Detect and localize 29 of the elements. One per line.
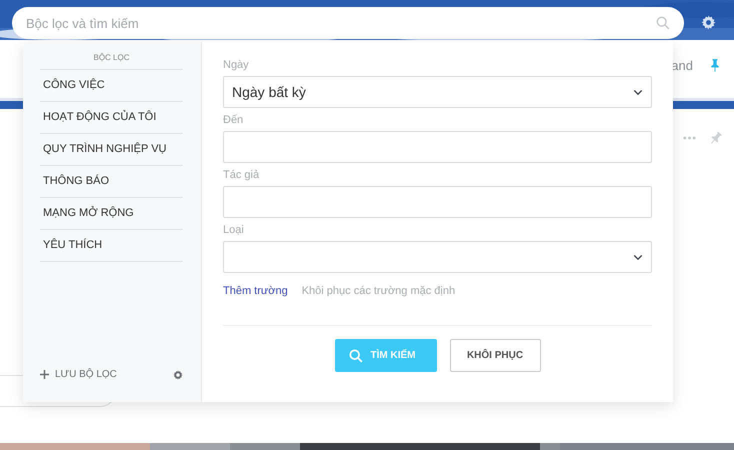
dropdown[interactable]: Ngày bất kỳ xyxy=(223,76,652,108)
search-icon xyxy=(348,348,362,362)
section-heading: BỘC LỌC xyxy=(40,42,183,70)
pin-icon[interactable] xyxy=(710,131,722,145)
dropdown[interactable] xyxy=(223,241,652,273)
more-icon[interactable] xyxy=(683,136,696,140)
search-icon[interactable] xyxy=(656,16,670,30)
input-field[interactable] xyxy=(223,186,652,218)
chevron-down-icon xyxy=(633,254,643,260)
search-field[interactable]: Bộc lọc và tìm kiếm xyxy=(12,7,684,39)
field-label: Ngày xyxy=(223,59,250,71)
field-label: Loại xyxy=(223,224,245,236)
input-field[interactable] xyxy=(223,131,652,163)
filter-item[interactable]: QUY TRÌNH NGHIỆP VỤ xyxy=(40,134,183,166)
filter-item[interactable]: HOẠT ĐỘNG CỦA TÔI xyxy=(40,102,183,134)
save-filter-button[interactable]: LƯU BỘ LỌC xyxy=(40,369,117,380)
filter-item[interactable]: MẠNG MỞ RỘNG xyxy=(40,198,183,230)
link[interactable]: Thêm trường xyxy=(223,285,288,297)
field-label: Đến xyxy=(223,114,244,126)
field-label: Tác giả xyxy=(223,169,260,181)
filter-item[interactable]: YÊU THÍCH xyxy=(40,230,183,262)
settings-icon[interactable] xyxy=(701,15,716,30)
reset-button[interactable]: KHÔI PHỤC xyxy=(450,339,540,372)
filter-item[interactable]: CÔNG VIỆC xyxy=(40,70,183,102)
plus-icon xyxy=(40,370,49,379)
chevron-down-icon xyxy=(633,88,643,96)
pin-icon[interactable] xyxy=(710,58,720,72)
settings-icon[interactable] xyxy=(173,370,183,380)
filter-item[interactable]: THÔNG BÁO xyxy=(40,166,183,198)
